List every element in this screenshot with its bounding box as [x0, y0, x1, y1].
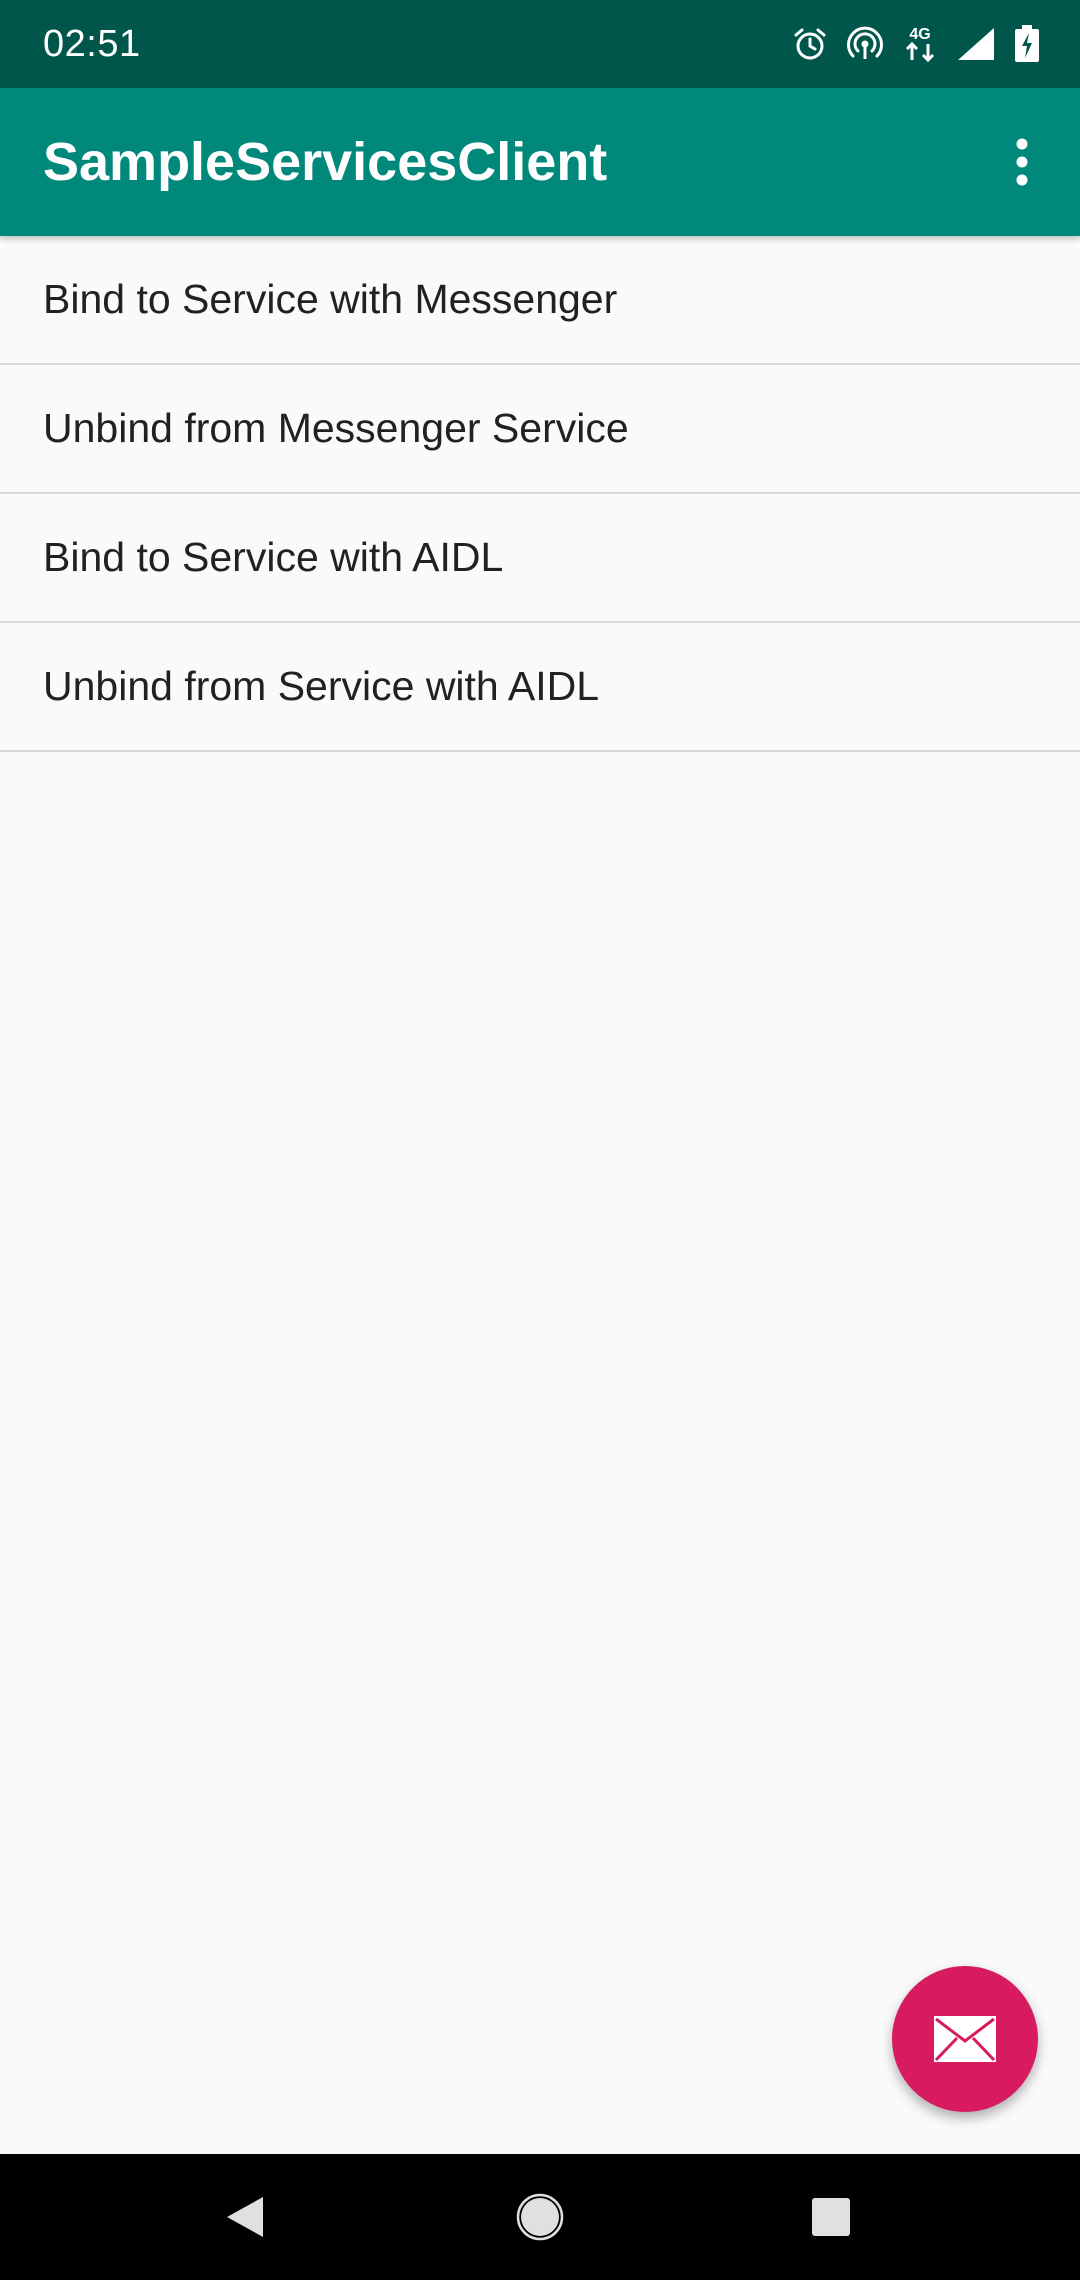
email-fab[interactable] — [892, 1966, 1038, 2112]
nav-back-button[interactable] — [175, 2154, 315, 2280]
more-vert-icon — [1016, 138, 1028, 186]
action-list: Bind to Service with Messenger Unbind fr… — [0, 236, 1080, 752]
alarm-icon — [792, 22, 828, 66]
recents-icon — [812, 2198, 850, 2236]
nav-recents-button[interactable] — [761, 2154, 901, 2280]
home-icon — [516, 2193, 564, 2241]
list-item-label: Unbind from Messenger Service — [43, 405, 629, 451]
battery-icon — [1014, 22, 1040, 66]
list-item-unbind-aidl[interactable]: Unbind from Service with AIDL — [0, 623, 1080, 752]
overflow-menu-button[interactable] — [974, 114, 1070, 210]
hotspot-icon — [846, 22, 884, 66]
email-icon — [934, 2016, 996, 2062]
status-bar: 02:51 4G — [0, 0, 1080, 88]
screen: 02:51 4G SampleServicesClient Bind to Se… — [0, 0, 1080, 2280]
network-4g-icon: 4G — [902, 22, 938, 66]
app-title: SampleServicesClient — [43, 132, 608, 192]
network-label: 4G — [909, 26, 930, 43]
app-bar: SampleServicesClient — [0, 88, 1080, 236]
status-time: 02:51 — [43, 23, 141, 65]
list-item-bind-messenger[interactable]: Bind to Service with Messenger — [0, 236, 1080, 365]
nav-bar — [0, 2154, 1080, 2280]
list-item-label: Bind to Service with Messenger — [43, 276, 618, 322]
back-icon — [227, 2197, 263, 2237]
list-item-label: Bind to Service with AIDL — [43, 534, 504, 580]
nav-home-button[interactable] — [470, 2154, 610, 2280]
cell-signal-icon — [956, 22, 996, 66]
list-item-unbind-messenger[interactable]: Unbind from Messenger Service — [0, 365, 1080, 494]
status-icons: 4G — [792, 22, 1040, 66]
list-item-label: Unbind from Service with AIDL — [43, 663, 600, 709]
list-item-bind-aidl[interactable]: Bind to Service with AIDL — [0, 494, 1080, 623]
